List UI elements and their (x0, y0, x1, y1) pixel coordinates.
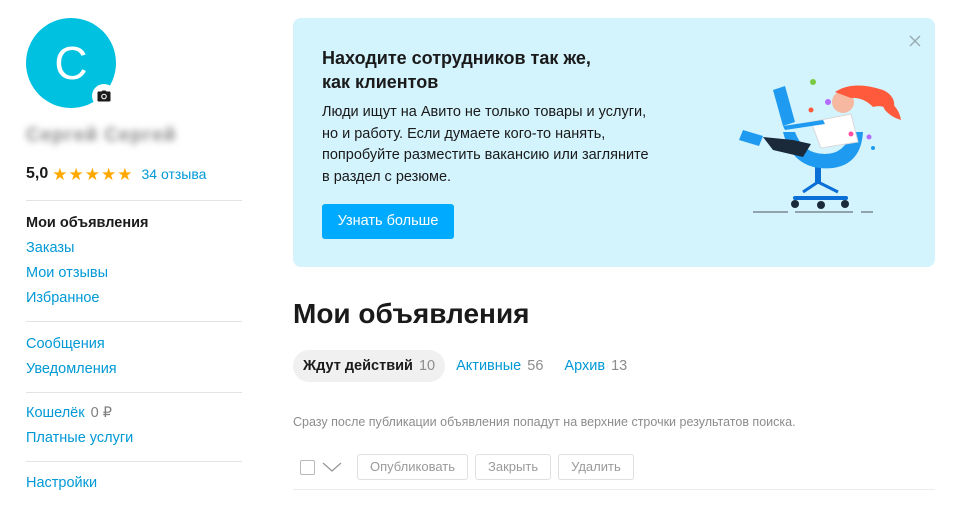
banner-title-line: как клиентов (322, 72, 439, 92)
page-title: Мои объявления (293, 298, 530, 329)
sidebar-item-favorites[interactable]: Избранное (26, 286, 242, 311)
sidebar-divider (26, 461, 242, 462)
rating-stars: ★ ★ ★ ★ ★ (52, 166, 132, 183)
chevron-down-icon[interactable] (321, 460, 343, 474)
sidebar: C Сергей Сергей 5,0 ★ ★ ★ ★ ★ 34 отзыва … (26, 18, 242, 496)
close-ads-button[interactable]: Закрыть (475, 454, 552, 480)
sidebar-item-paid-services[interactable]: Платные услуги (26, 426, 242, 451)
tab-count: 13 (611, 358, 628, 374)
tab-active[interactable]: Активные 56 (446, 350, 553, 382)
star-icon: ★ (68, 164, 84, 184)
sidebar-menu-finance: Кошелёк 0 ₽ Платные услуги (26, 401, 242, 451)
tab-count: 10 (418, 358, 436, 374)
close-icon[interactable] (909, 34, 921, 47)
sidebar-item-my-reviews[interactable]: Мои отзывы (26, 261, 242, 286)
select-all-checkbox[interactable] (300, 459, 315, 475)
avatar[interactable]: C (26, 18, 116, 108)
tab-label: Ждут действий (303, 358, 413, 374)
banner-text-line: Люди ищут на Авито не только товары и ус… (322, 104, 647, 120)
rating-value: 5,0 (26, 165, 49, 182)
banner-text-line: попробуйте разместить вакансию или загля… (322, 147, 649, 163)
sidebar-item-orders[interactable]: Заказы (26, 236, 242, 261)
sidebar-item-notifications[interactable]: Уведомления (26, 357, 242, 382)
tab-archive[interactable]: Архив 13 (554, 350, 637, 382)
banner-text-line: в раздел с резюме. (322, 168, 452, 185)
tab-label: Активные (456, 358, 522, 374)
banner-text: Люди ищут на Авито не только товары и ус… (322, 102, 662, 188)
user-name: Сергей Сергей (26, 122, 208, 150)
star-icon: ★ (52, 164, 68, 184)
wallet-label: Кошелёк (26, 405, 85, 421)
sidebar-menu-main: Мои объявления Заказы Мои отзывы Избранн… (26, 211, 242, 311)
reviews-link[interactable]: 34 отзыва (142, 166, 207, 182)
tab-label: Архив (564, 358, 606, 374)
ads-tabs: Ждут действий 10 Активные 56 Архив 13 (293, 350, 637, 382)
banner-title-line: Находите сотрудников так же, (322, 48, 591, 68)
publication-hint: Сразу после публикации объявления попаду… (293, 415, 796, 429)
delete-button[interactable]: Удалить (558, 454, 634, 480)
publish-button[interactable]: Опубликовать (357, 454, 469, 480)
learn-more-button[interactable]: Узнать больше (322, 204, 454, 239)
sidebar-item-my-ads[interactable]: Мои объявления (26, 211, 242, 236)
bulk-actions-bar: Опубликовать Закрыть Удалить (300, 454, 634, 480)
user-name-text: Сергей Сергей (26, 125, 177, 146)
sidebar-divider (26, 321, 242, 322)
camera-icon[interactable] (92, 84, 116, 108)
banner-text-line: но и работу. Если думаете кого-то нанять… (322, 125, 606, 142)
sidebar-item-wallet[interactable]: Кошелёк 0 ₽ (26, 401, 242, 426)
list-divider (293, 489, 935, 490)
rating: 5,0 ★ ★ ★ ★ ★ 34 отзыва (26, 164, 242, 184)
tab-count: 56 (527, 358, 544, 374)
sidebar-item-messages[interactable]: Сообщения (26, 332, 242, 357)
star-icon: ★ (117, 164, 133, 184)
sidebar-item-settings[interactable]: Настройки (26, 471, 242, 496)
tab-awaiting-action[interactable]: Ждут действий 10 (293, 350, 446, 382)
promo-banner: Находите сотрудников так же, как клиенто… (293, 18, 935, 267)
star-icon: ★ (101, 164, 117, 184)
star-icon: ★ (84, 164, 100, 184)
sidebar-divider (26, 392, 242, 393)
wallet-amount: 0 ₽ (90, 405, 112, 421)
person-on-chair-illustration (739, 79, 901, 213)
banner-title: Находите сотрудников так же, как клиенто… (322, 46, 622, 94)
sidebar-divider (26, 200, 242, 201)
sidebar-menu-settings: Настройки (26, 471, 242, 496)
sidebar-menu-communication: Сообщения Уведомления (26, 332, 242, 382)
